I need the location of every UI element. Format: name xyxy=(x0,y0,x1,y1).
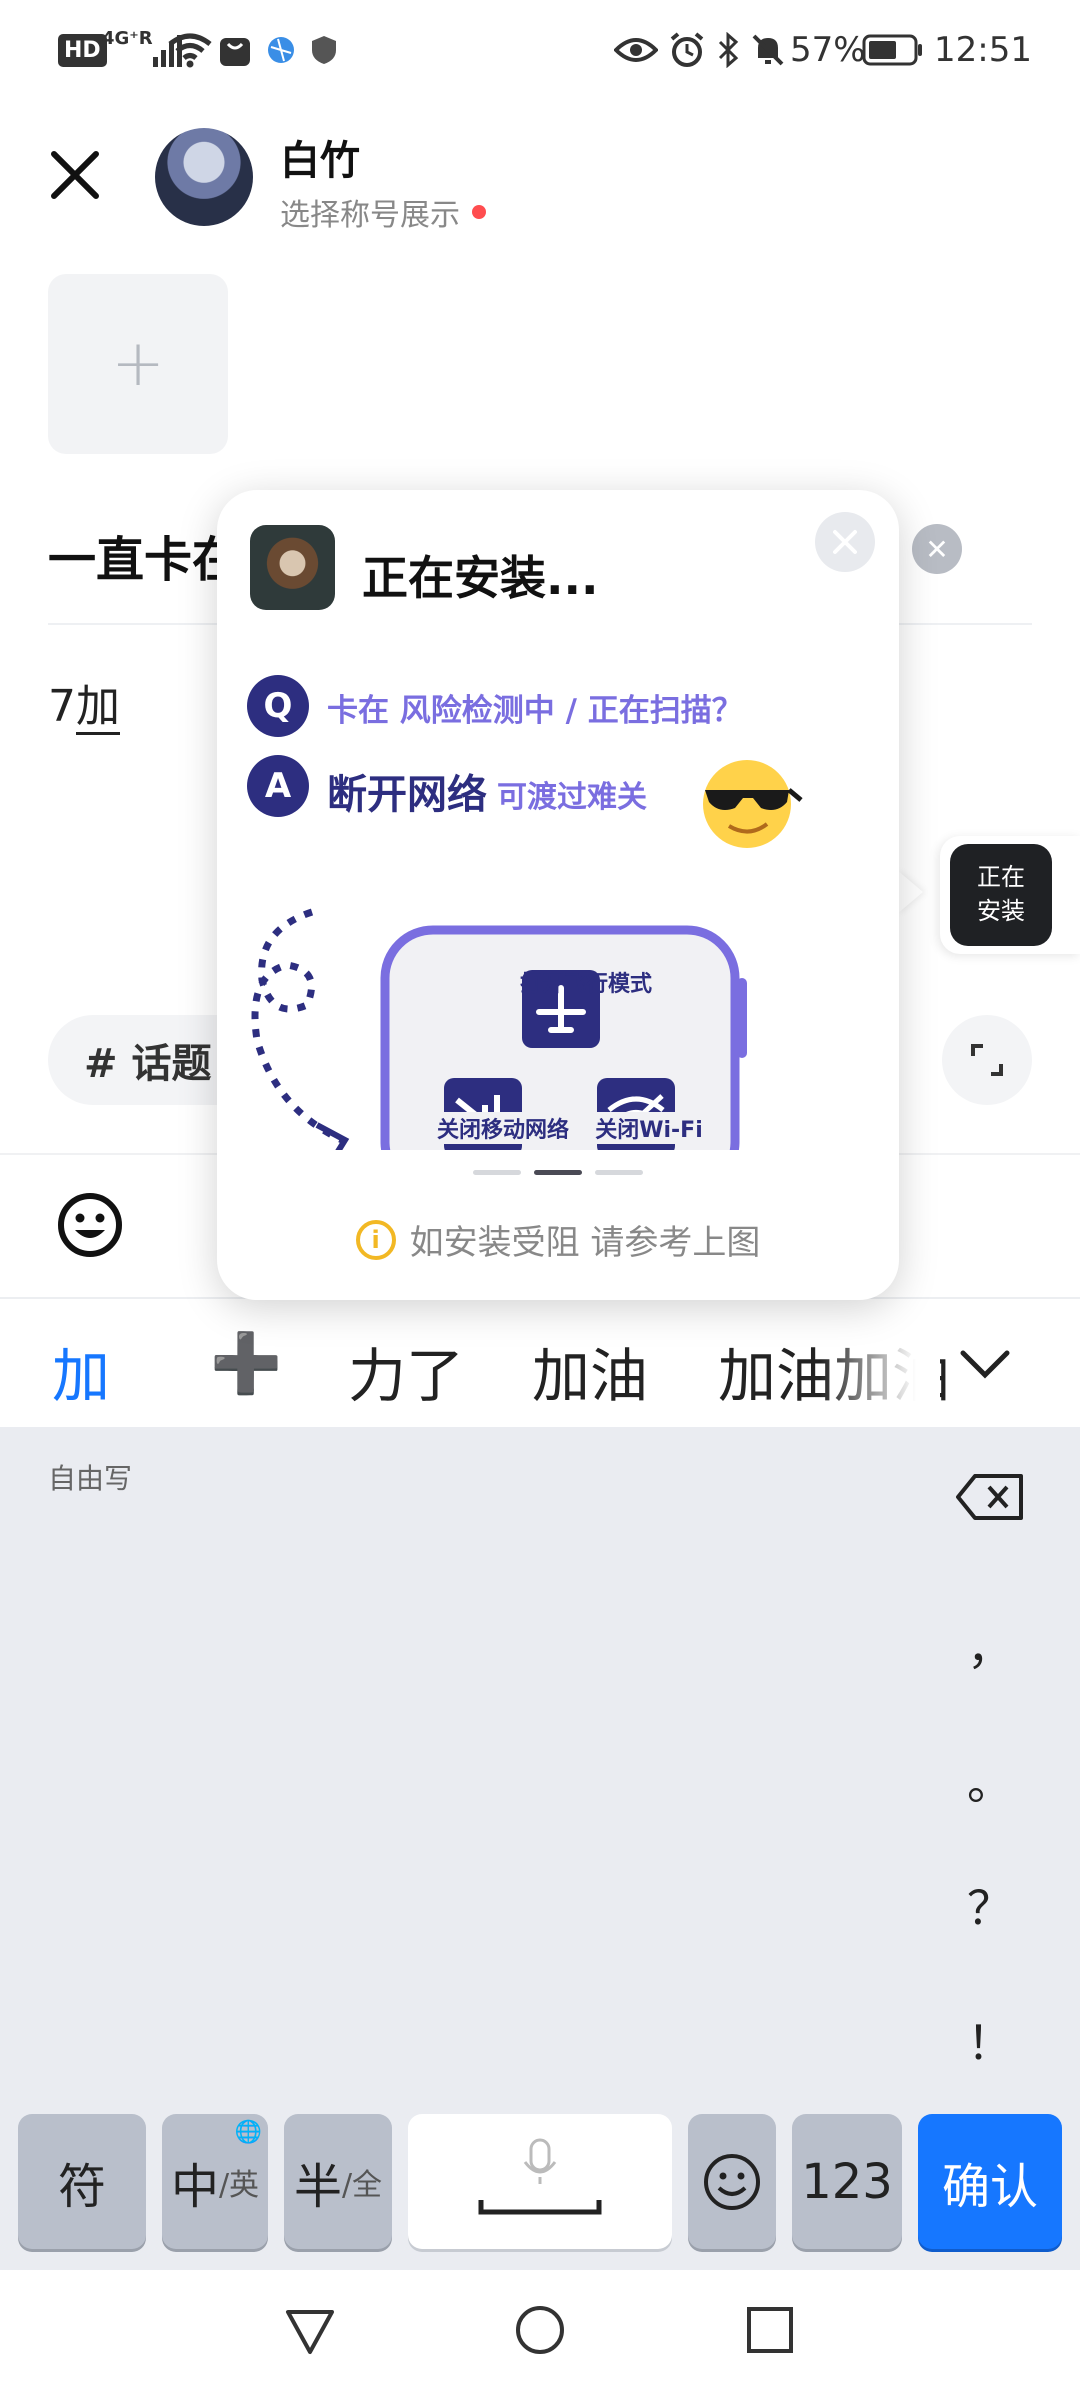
question-badge: Q xyxy=(247,675,309,737)
mute-bell-icon xyxy=(750,28,786,72)
candidate-item[interactable]: ➕ xyxy=(210,1329,282,1398)
post-body-input[interactable]: 7加 xyxy=(48,670,120,735)
numbers-key-label: 123 xyxy=(801,2153,893,2210)
post-title-input[interactable]: 一直卡在 xyxy=(48,520,240,590)
eye-icon xyxy=(614,28,658,72)
emoji-picker-icon[interactable] xyxy=(55,1190,125,1260)
battery-icon xyxy=(862,28,924,72)
space-key[interactable] xyxy=(408,2114,672,2249)
recents-square-icon[interactable] xyxy=(740,2300,800,2360)
width-switch-key[interactable]: 半/全 xyxy=(284,2114,392,2249)
clock: 12:51 xyxy=(934,30,1032,70)
battery-percent: 57% xyxy=(790,30,866,70)
game-app-icon xyxy=(250,525,335,610)
keyboard: 自由写 ， 。 ？ ！ 符 🌐 中/英 半/全 123 确认 xyxy=(0,1427,1080,2270)
answer-main-text: 断开网络 xyxy=(327,772,487,818)
float-label-line1: 正在 xyxy=(977,863,1025,892)
comma-key[interactable]: ， xyxy=(960,1612,1020,1678)
browser-icon xyxy=(266,28,296,72)
plus-icon: + xyxy=(111,327,165,401)
step-airplane-label: 打开飞行模式 xyxy=(519,972,652,997)
pager-dot-active xyxy=(534,1170,582,1175)
popup-pointer xyxy=(897,870,923,914)
topic-label: # 话题 xyxy=(84,1041,212,1087)
body-text-prefix: 7 xyxy=(48,681,76,732)
add-image-button[interactable]: + xyxy=(48,274,228,454)
alarm-icon xyxy=(668,28,706,72)
popup-title: 正在安装... xyxy=(362,551,599,605)
numbers-key[interactable]: 123 xyxy=(792,2114,902,2249)
popup-hint-text: 如安装受阻 请参考上图 xyxy=(409,1223,761,1263)
expand-editor-icon[interactable] xyxy=(942,1015,1032,1105)
width-main-label: 半 xyxy=(293,2158,342,2215)
confirm-label: 确认 xyxy=(941,2158,1038,2215)
confirm-button[interactable]: 确认 xyxy=(918,2114,1062,2249)
width-alt-label: /全 xyxy=(341,2167,383,2203)
step-mobile-label: 关闭移动网络 xyxy=(403,1112,603,1144)
close-icon[interactable] xyxy=(815,512,875,572)
question-text: 卡在 风险检测中 / 正在扫描？ xyxy=(327,693,743,729)
answer-sub-text: 可渡过难关 xyxy=(497,780,647,815)
symbols-key[interactable]: 符 xyxy=(18,2114,146,2249)
popup-hint: i 如安装受阻 请参考上图 xyxy=(217,1215,899,1264)
back-triangle-icon[interactable] xyxy=(280,2300,340,2360)
candidate-item[interactable]: 加油 xyxy=(532,1329,648,1413)
bluetooth-icon xyxy=(716,28,740,72)
red-dot-badge xyxy=(472,205,486,219)
symbols-key-label: 符 xyxy=(57,2158,106,2215)
wifi-icon xyxy=(168,28,212,72)
installing-float-tab[interactable]: 正在 安装 xyxy=(940,836,1080,954)
system-nav-bar xyxy=(0,2270,1080,2388)
answer-badge: A xyxy=(247,755,309,817)
install-popup: 正在安装... Q 卡在 风险检测中 / 正在扫描？ A 断开网络 可渡过难关 … xyxy=(217,490,899,1300)
question-key[interactable]: ？ xyxy=(960,1872,1020,1938)
handwriting-mode-label: 自由写 xyxy=(48,1462,133,1495)
choose-title-link[interactable]: 选择称号展示 xyxy=(280,190,486,234)
shield-icon xyxy=(310,28,338,72)
ime-candidate-bar: 加 ➕ 力了 加油 加油加油 xyxy=(0,1297,1080,1429)
globe-icon: 🌐 xyxy=(234,2120,262,2145)
choose-title-label: 选择称号展示 xyxy=(280,198,460,233)
close-icon[interactable] xyxy=(40,140,110,210)
float-label-line2: 安装 xyxy=(977,897,1025,925)
avatar[interactable] xyxy=(155,128,253,226)
installing-float-icon: 正在 安装 xyxy=(950,844,1052,946)
username: 白竹 xyxy=(280,138,360,184)
lang-switch-key[interactable]: 🌐 中/英 xyxy=(162,2114,268,2249)
candidate-item[interactable]: 力了 xyxy=(348,1329,464,1413)
step-wifi-label: 关闭Wi-Fi xyxy=(574,1112,724,1144)
pager-dot xyxy=(473,1170,521,1175)
composing-text: 加 xyxy=(76,681,120,735)
shopping-bag-icon xyxy=(218,28,252,72)
lang-alt-label: /英 xyxy=(218,2167,260,2203)
clear-title-icon[interactable]: ✕ xyxy=(912,524,962,574)
candidate-item[interactable]: 加 xyxy=(52,1329,110,1413)
info-icon: i xyxy=(355,1219,396,1260)
pager-dot xyxy=(595,1170,643,1175)
backspace-icon[interactable] xyxy=(955,1472,1025,1522)
hd-badge: HD xyxy=(58,28,107,72)
exclaim-key[interactable]: ！ xyxy=(960,2007,1020,2073)
chevron-down-icon[interactable] xyxy=(955,1339,1015,1389)
home-circle-icon[interactable] xyxy=(510,2300,570,2360)
period-key[interactable]: 。 xyxy=(960,1747,1020,1813)
candidate-fade xyxy=(820,1299,940,1429)
emoji-key[interactable] xyxy=(688,2114,776,2249)
status-bar: HD 4G⁺R 57% 12:51 xyxy=(0,0,1080,100)
lang-main-label: 中 xyxy=(170,2158,219,2215)
